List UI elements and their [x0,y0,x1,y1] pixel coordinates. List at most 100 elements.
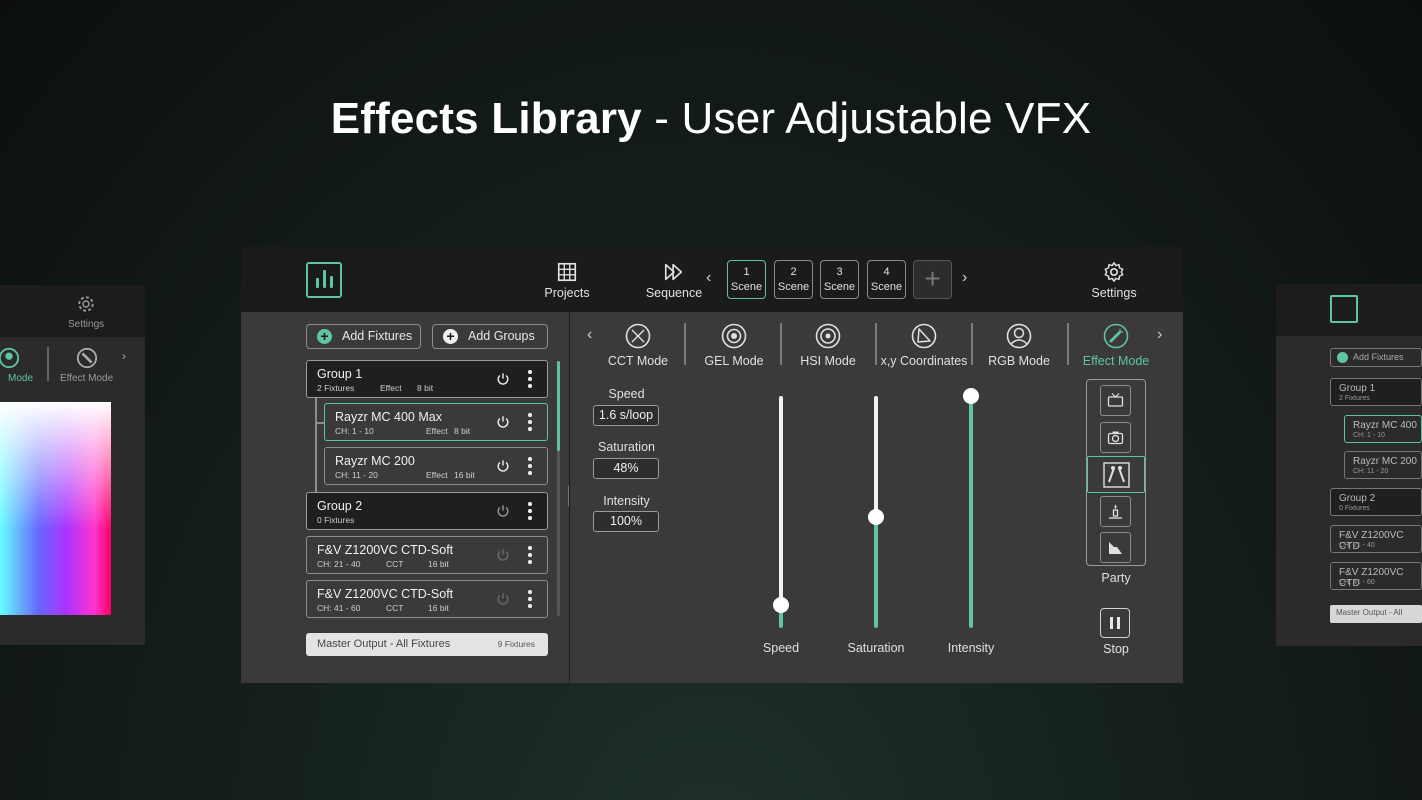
headline-bold: Effects Library [330,94,642,143]
table-icon [557,262,577,282]
power-icon[interactable] [496,459,510,473]
slider-knob[interactable] [963,388,979,404]
list-item-fv-z1200vc-1[interactable]: F&V Z1200VC CTD-Soft CH: 21 - 40 CCT 16 … [306,536,548,574]
ghost-panel-right: Add Fixtures Group 1 2 Fixtures Rayzr MC… [1276,284,1422,646]
intensity-param-label: Intensity [603,494,650,508]
power-icon[interactable] [496,548,510,562]
more-menu-icon[interactable] [528,546,532,564]
scene-prev-arrow[interactable]: ‹ [706,269,711,287]
fast-forward-icon [664,263,683,281]
cct-mode-button[interactable]: CCT Mode [606,323,670,368]
add-fixtures-button[interactable]: + Add Fixtures [306,324,421,349]
fixtures-panel: + Add Fixtures + Add Groups Group 1 2 Fi… [241,312,568,683]
logo-icon[interactable] [306,262,342,298]
effect-lightning[interactable] [1100,532,1131,563]
more-menu-icon[interactable] [528,413,532,431]
master-output-label: Master Output - All Fixtures [317,638,451,650]
slider-knob[interactable] [773,596,789,613]
more-menu-icon[interactable] [528,590,532,608]
effect-party[interactable] [1087,456,1145,493]
slider-knob[interactable] [868,508,884,525]
ghost-add-label: Add Fixtures [1353,352,1404,362]
rgb-mode-button[interactable]: RGB Mode [986,323,1052,368]
ghost-mode-a: Mode [8,373,34,384]
master-output-button[interactable]: Master Output - All Fixtures 9 Fixtures [306,633,548,656]
candle-icon [1109,504,1122,519]
scene-next-arrow[interactable]: › [962,269,967,287]
list-item-fv-z1200vc-2[interactable]: F&V Z1200VC CTD-Soft CH: 41 - 60 CCT 16 … [306,580,548,618]
mode-separator [1067,323,1069,365]
effect-camera[interactable] [1100,422,1131,453]
sequence-label: Sequence [645,286,703,300]
master-output-count: 9 Fixtures [497,639,535,649]
slider-track-upper [874,396,878,517]
power-icon[interactable] [496,415,510,429]
mode-next-arrow[interactable]: › [1157,326,1162,344]
settings-label: Settings [1091,286,1137,300]
headline-rest: - User Adjustable VFX [641,94,1092,143]
scene-4-button[interactable]: 4 Scene [867,260,906,299]
slider-track-upper [779,396,783,605]
ghost-row: F&V Z1200VC CTD CH: 21 - 40 [1330,525,1422,553]
intensity-slider[interactable] [956,388,986,632]
headline: Effects Library - User Adjustable VFX [0,94,1422,144]
xy-coordinates-button[interactable]: x,y Coordinates [880,323,968,368]
hsi-mode-button[interactable]: HSI Mode [796,323,860,368]
cct-icon [625,323,651,349]
scene-1-button[interactable]: 1 Scene [727,260,766,299]
intensity-slider-label: Intensity [947,641,995,655]
add-groups-button[interactable]: + Add Groups [432,324,548,349]
ghost-left-topbar: Settings [0,285,145,337]
mode-separator [875,323,877,365]
effect-tv[interactable] [1100,385,1131,416]
scene-3-button[interactable]: 3 Scene [820,260,859,299]
list-item-group-2[interactable]: Group 2 0 Fixtures [306,492,548,530]
power-icon[interactable] [496,372,510,386]
list-item-rayzr-mc-200[interactable]: Rayzr MC 200 CH: 11 - 20 Effect 16 bit [324,447,548,485]
intensity-value-field[interactable]: 100% [593,511,659,532]
list-item-rayzr-mc-400[interactable]: Rayzr MC 400 Max CH: 1 - 10 Effect 8 bit [324,403,548,441]
list-item-group-1[interactable]: Group 1 2 Fixtures Effect 8 bit [306,360,548,398]
mode-prev-arrow[interactable]: ‹ [587,326,592,344]
tree-connector [315,422,324,424]
speed-value-field[interactable]: 1.6 s/loop [593,405,659,426]
more-menu-icon[interactable] [528,502,532,520]
power-icon[interactable] [496,592,510,606]
ghost-row: Rayzr MC 200 CH: 11 - 20 [1344,451,1422,479]
pause-icon-bar [1117,617,1120,629]
power-icon[interactable] [496,504,510,518]
more-menu-icon[interactable] [528,457,532,475]
app-window: Projects Sequence ‹ 1 Scene 2 Scene 3 Scene… [241,247,1183,683]
slider-track-lower [969,396,973,628]
mode-separator [684,323,686,365]
effect-candle[interactable] [1100,496,1131,527]
ghost-add-button: Add Fixtures [1330,348,1422,367]
slider-track-lower [874,516,878,628]
saturation-slider[interactable] [861,388,891,632]
hsi-icon [815,323,841,349]
lightning-icon [1109,542,1122,554]
logo-icon [1330,295,1358,323]
speed-slider[interactable] [766,388,796,632]
saturation-param-label: Saturation [598,440,655,454]
ghost-row: Rayzr MC 400 CH: 1 - 10 [1344,415,1422,443]
stop-button[interactable] [1100,608,1130,638]
effect-mode-button[interactable]: Effect Mode [1077,323,1155,368]
saturation-slider-label: Saturation [847,641,905,655]
settings-button[interactable]: Settings [1091,261,1137,300]
saturation-value-field[interactable]: 48% [593,458,659,479]
ghost-settings-label: Settings [68,319,105,330]
speed-param-label: Speed [608,387,645,401]
more-menu-icon[interactable] [528,370,532,388]
ghost-row: Group 2 0 Fixtures [1330,488,1422,516]
projects-button[interactable]: Projects [544,261,590,300]
sequence-button[interactable]: Sequence [645,261,703,300]
gel-mode-button[interactable]: GEL Mode [702,323,766,368]
scene-2-button[interactable]: 2 Scene [774,260,813,299]
ghost-panel-left: Settings Mode Effect Mode › [0,285,145,645]
rgb-icon [1006,323,1032,349]
tv-icon [1107,393,1124,407]
list-scrollbar[interactable] [557,361,560,616]
add-scene-button[interactable]: + [913,260,952,299]
plus-icon [1337,352,1348,363]
